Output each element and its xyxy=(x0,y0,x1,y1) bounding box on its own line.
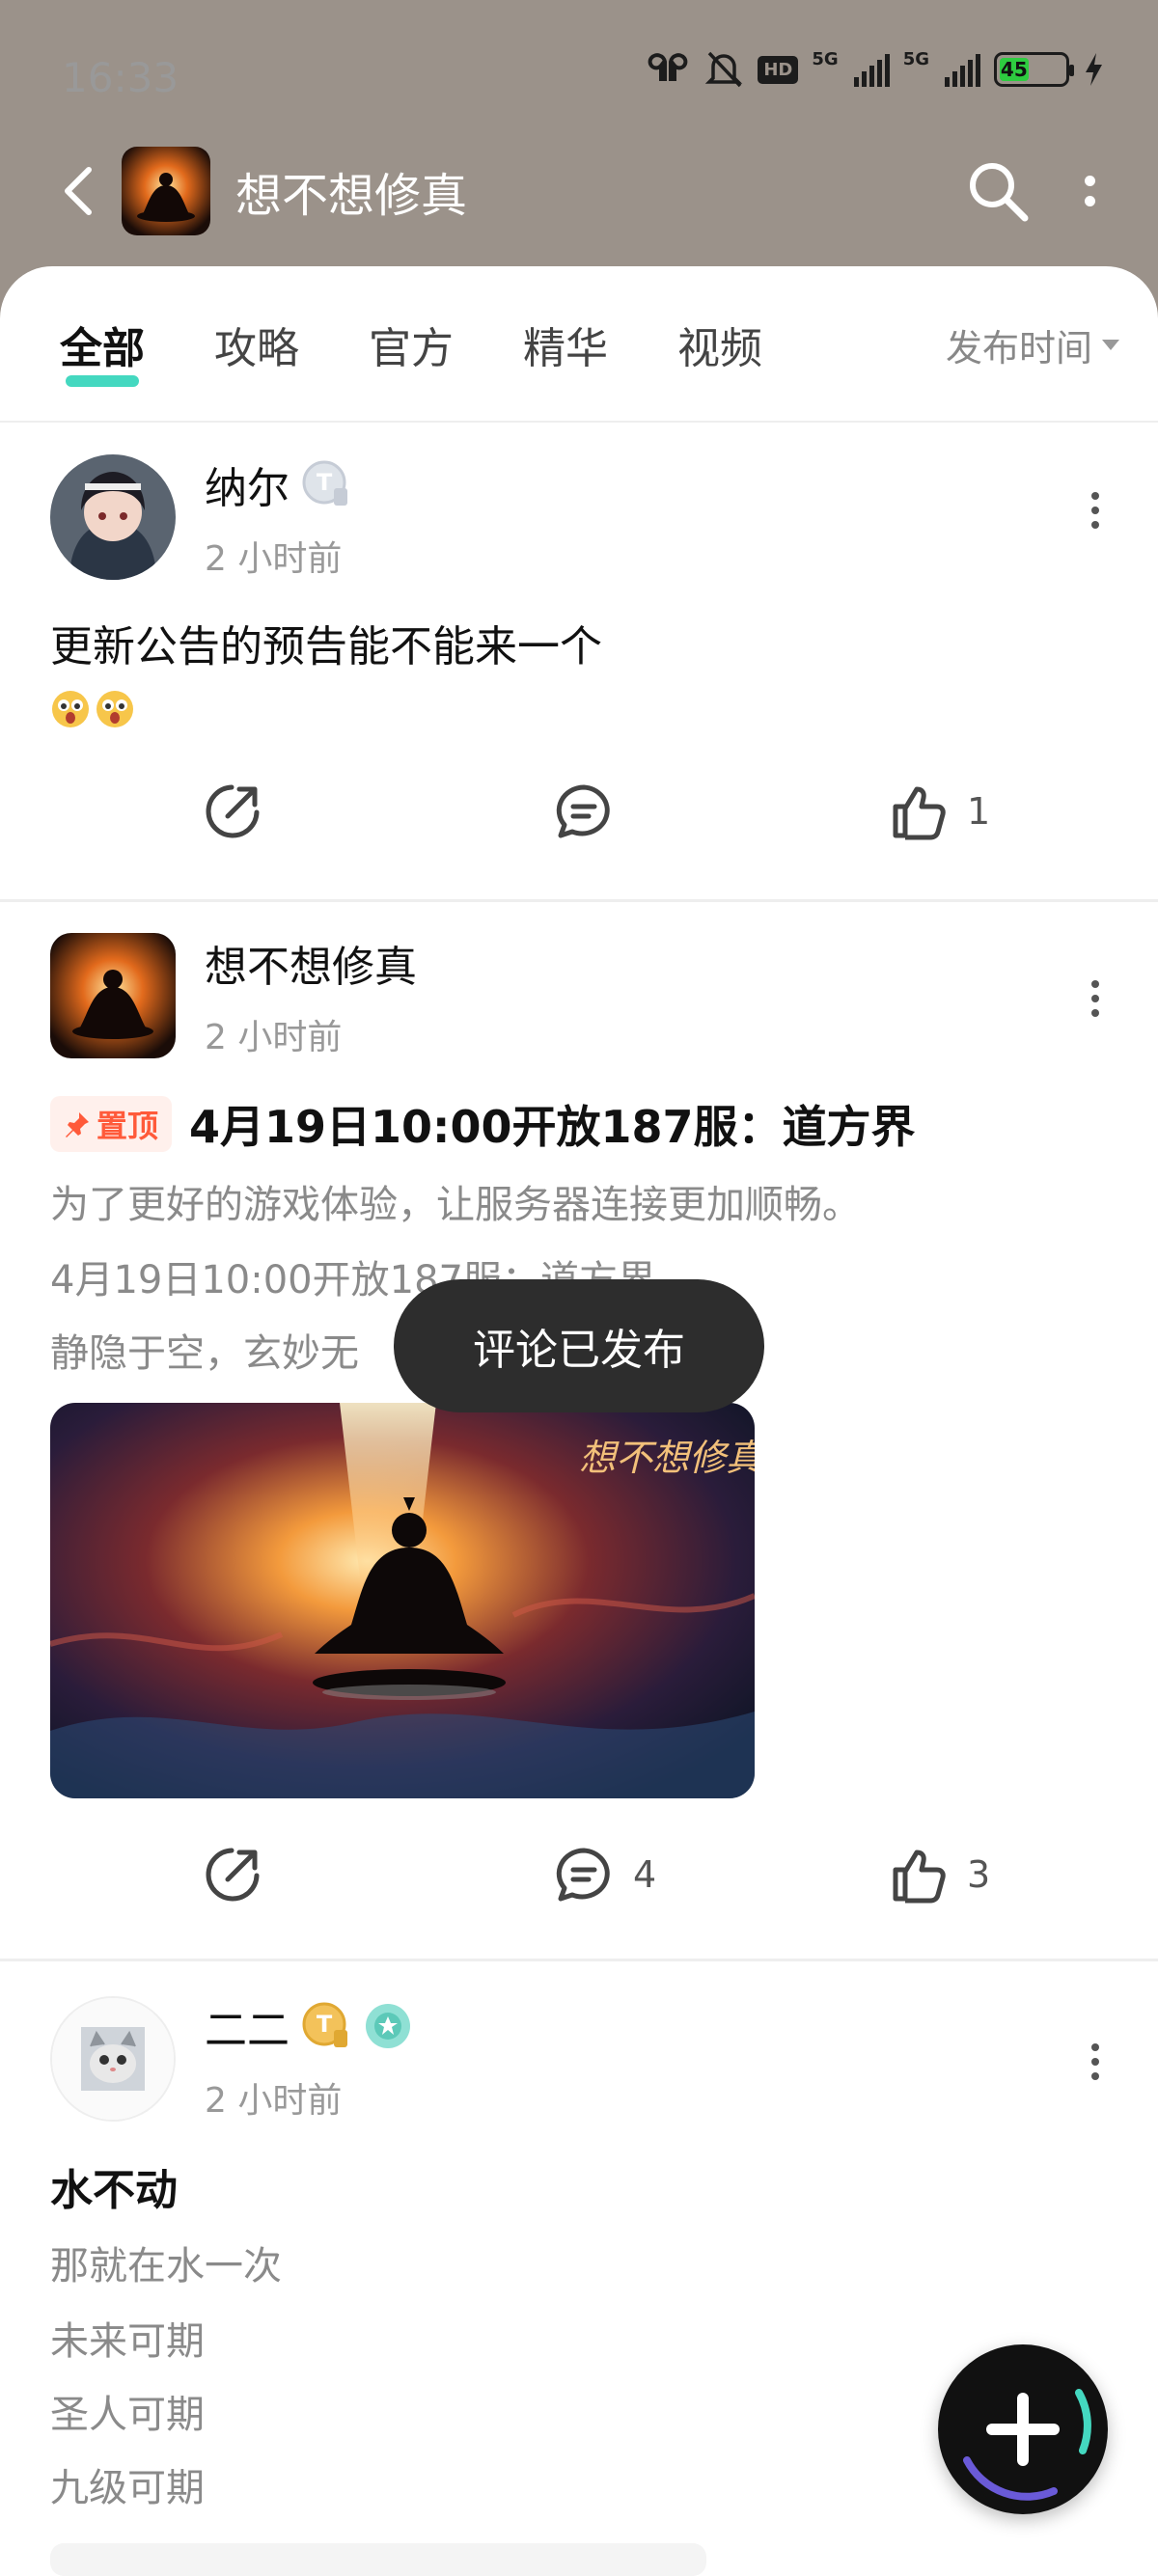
post-title: 水不动 xyxy=(50,2166,178,2215)
content-placeholder xyxy=(50,2543,706,2576)
caret-down-icon xyxy=(1102,339,1119,350)
share-button[interactable] xyxy=(203,781,262,841)
svg-text:T: T xyxy=(317,2011,333,2038)
avatar[interactable] xyxy=(50,454,176,580)
tab-videos[interactable]: 视频 xyxy=(677,314,762,375)
post-time: 2 小时前 xyxy=(205,2081,343,2121)
avatar[interactable] xyxy=(50,933,176,1058)
surprised-emoji-icon xyxy=(96,691,133,727)
author-name[interactable]: 想不想修真 xyxy=(205,932,417,994)
share-button[interactable] xyxy=(203,1845,262,1905)
more-icon[interactable] xyxy=(1083,176,1096,206)
like-count: 3 xyxy=(967,1853,991,1896)
author-name[interactable]: 纳尔 xyxy=(205,453,290,515)
post-author: 想不想修真 2 小时前 xyxy=(50,932,417,1059)
post-body-line: 未来可期 xyxy=(50,2319,205,2364)
status-icons: HD 5G 5G 45 xyxy=(646,49,1104,90)
earbuds-icon xyxy=(648,53,688,81)
post-card[interactable]: 纳尔 T 2 小时前 更新公告的预告能不能来一个 1 xyxy=(0,423,1158,899)
battery-level: 45 xyxy=(1000,58,1029,81)
anime-avatar-icon xyxy=(50,454,176,580)
comment-button[interactable] xyxy=(552,781,616,841)
pinned-label: 置顶 xyxy=(96,1108,159,1144)
charging-icon xyxy=(1086,53,1102,86)
app-avatar[interactable] xyxy=(122,147,210,235)
post-actions: 1 xyxy=(0,781,1158,849)
cat-avatar-icon xyxy=(52,1998,174,2120)
hd-icon: HD xyxy=(758,55,799,84)
post-author: 二二 T 2 小时前 xyxy=(50,1995,413,2123)
post-card[interactable]: 想不想修真 2 小时前 置顶 4月19日10:00开放187服：道方界 为了更好… xyxy=(0,901,1158,1957)
sort-dropdown[interactable]: 发布时间 xyxy=(946,318,1119,371)
post-title: 更新公告的预告能不能来一个 xyxy=(50,622,602,671)
back-button[interactable] xyxy=(62,162,100,220)
page: 16:33 HD 5G 5G 45 想不想修真 全部 攻略 官方 精华 视频 发… xyxy=(0,0,1158,2576)
gold-level-badge-icon: T xyxy=(302,2002,347,2047)
svg-text:T: T xyxy=(317,469,333,496)
post-time: 2 小时前 xyxy=(205,1018,343,1057)
post-body-line: 那就在水一次 xyxy=(50,2244,282,2288)
post-author: 纳尔 T 2 小时前 xyxy=(50,453,351,581)
meditating-cultivator-artwork: 想不想修真 xyxy=(50,1403,755,1798)
share-icon xyxy=(206,784,260,838)
back-icon xyxy=(65,167,92,215)
plus-glyph xyxy=(986,2393,1060,2466)
post-body-line: 为了更好的游戏体验，让服务器连接更加顺畅。 xyxy=(50,1183,861,1227)
tab-official[interactable]: 官方 xyxy=(369,314,454,375)
toast-message: 评论已发布 xyxy=(394,1279,764,1412)
post-image[interactable]: 想不想修真 xyxy=(50,1403,755,1798)
network-type-2: 5G xyxy=(902,49,929,69)
post-title: 4月19日10:00开放187服：道方界 xyxy=(189,1101,916,1153)
meditating-figure-icon xyxy=(122,147,210,235)
post-body-line: 圣人可期 xyxy=(50,2393,205,2437)
tab-bar: 全部 攻略 官方 精华 视频 发布时间 xyxy=(60,301,1119,388)
like-button[interactable]: 1 xyxy=(890,781,990,841)
post-body-line: 九级可期 xyxy=(50,2466,205,2510)
bell-muted-icon xyxy=(705,51,743,88)
search-icon[interactable] xyxy=(965,158,1031,224)
comment-icon xyxy=(556,1848,610,1902)
signal-icon xyxy=(853,52,890,87)
tab-featured[interactable]: 精华 xyxy=(523,314,608,375)
tab-guides[interactable]: 攻略 xyxy=(214,314,299,375)
like-button[interactable]: 3 xyxy=(890,1845,990,1905)
status-time: 16:33 xyxy=(62,53,179,101)
status-bar: 16:33 HD 5G 5G 45 xyxy=(62,39,1104,101)
tab-all[interactable]: 全部 xyxy=(60,314,145,387)
comment-button[interactable]: 4 xyxy=(552,1845,656,1905)
create-post-button[interactable] xyxy=(938,2344,1108,2514)
like-count: 1 xyxy=(967,790,991,833)
thumbs-up-icon xyxy=(893,1850,946,1904)
share-icon xyxy=(206,1848,260,1902)
thumbs-up-icon xyxy=(893,786,946,840)
author-name[interactable]: 二二 xyxy=(205,1995,290,2057)
more-icon[interactable] xyxy=(1090,2043,1100,2080)
image-caption: 想不想修真 xyxy=(579,1437,755,1479)
pinned-badge: 置顶 xyxy=(50,1096,173,1152)
post-title-row: 置顶 4月19日10:00开放187服：道方界 xyxy=(50,1092,915,1156)
surprised-emoji-icon xyxy=(52,691,89,727)
emoji-row xyxy=(50,689,135,729)
post-body-line: 静隐于空，玄妙无 xyxy=(50,1331,359,1376)
app-bar: 想不想修真 xyxy=(62,145,1096,237)
teal-medal-icon xyxy=(366,2004,410,2048)
level-badge-icon: T xyxy=(302,460,347,506)
battery-icon: 45 xyxy=(994,52,1074,87)
network-type-1: 5G xyxy=(812,49,839,69)
sort-label: 发布时间 xyxy=(945,326,1092,370)
more-icon[interactable] xyxy=(1090,980,1100,1017)
meditating-figure-icon xyxy=(50,933,176,1058)
post-actions: 4 3 xyxy=(0,1845,1158,1912)
more-icon[interactable] xyxy=(1090,492,1100,529)
post-time: 2 小时前 xyxy=(205,539,343,579)
app-bar-actions xyxy=(965,158,1096,224)
avatar[interactable] xyxy=(50,1996,176,2122)
app-title: 想不想修真 xyxy=(235,169,468,223)
pin-icon xyxy=(66,1112,89,1137)
comment-icon xyxy=(556,784,610,838)
comment-count: 4 xyxy=(633,1853,657,1896)
signal-icon xyxy=(945,52,980,87)
